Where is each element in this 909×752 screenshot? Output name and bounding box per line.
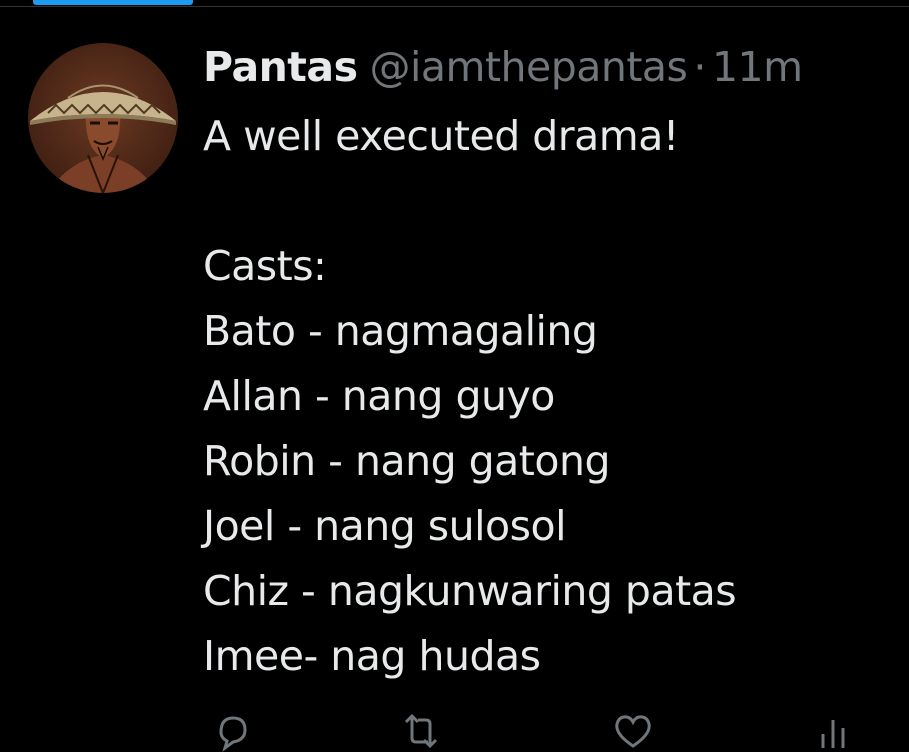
tweet-text-line: Joel - nang sulosol bbox=[203, 502, 566, 550]
like-icon[interactable] bbox=[611, 712, 655, 752]
tweet-text-line: Casts: bbox=[203, 242, 327, 290]
retweet-icon[interactable] bbox=[398, 712, 444, 752]
tweet-body: Pantas @iamthepantas · 11m A well execut… bbox=[203, 40, 893, 689]
tweet-text-line: Bato - nagmagaling bbox=[203, 307, 598, 355]
timestamp[interactable]: 11m bbox=[712, 40, 803, 94]
avatar-image bbox=[28, 43, 178, 193]
views-icon[interactable] bbox=[813, 712, 853, 752]
tweet-text-line: Chiz - nagkunwaring patas bbox=[203, 567, 737, 615]
tweet-text-line bbox=[203, 169, 893, 234]
reply-icon[interactable] bbox=[213, 712, 253, 752]
tweet-actions bbox=[203, 712, 893, 752]
display-name[interactable]: Pantas bbox=[203, 40, 358, 94]
separator-dot: · bbox=[693, 43, 706, 91]
tweet-header: Pantas @iamthepantas · 11m bbox=[203, 40, 893, 94]
tweet-text-line: Allan - nang guyo bbox=[203, 372, 555, 420]
tweet-text-line: Imee- nag hudas bbox=[203, 632, 541, 680]
divider bbox=[0, 6, 909, 7]
avatar[interactable] bbox=[28, 43, 178, 193]
user-handle[interactable]: @iamthepantas bbox=[369, 40, 687, 94]
tweet-text-line: A well executed drama! bbox=[203, 112, 679, 160]
tweet-text: A well executed drama! Casts: Bato - nag… bbox=[203, 104, 893, 689]
active-tab-indicator bbox=[33, 0, 193, 5]
tweet-text-line: Robin - nang gatong bbox=[203, 437, 610, 485]
